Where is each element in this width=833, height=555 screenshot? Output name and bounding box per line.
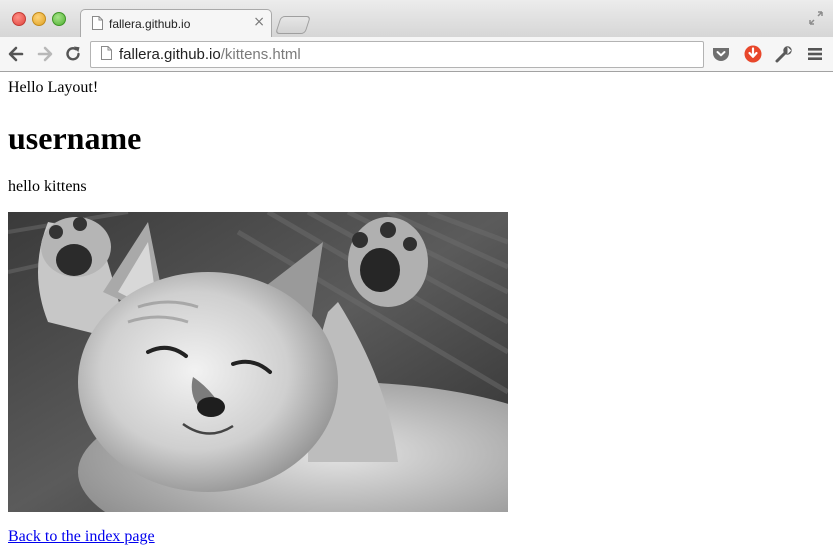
page-content: Hello Layout! username hello kittens Bac… xyxy=(0,72,833,555)
address-bar[interactable]: fallera.github.io/kittens.html xyxy=(90,41,704,68)
back-to-index-link[interactable]: Back to the index page xyxy=(8,528,155,546)
zoom-window-button[interactable] xyxy=(52,12,66,26)
url-path: /kittens.html xyxy=(220,46,301,63)
browser-tab[interactable]: fallera.github.io × xyxy=(80,9,272,38)
tab-title: fallera.github.io xyxy=(109,17,191,31)
window-titlebar: fallera.github.io × xyxy=(0,0,833,38)
pocket-icon[interactable] xyxy=(711,44,731,64)
minimize-window-button[interactable] xyxy=(32,12,46,26)
new-tab-button[interactable] xyxy=(275,16,311,34)
kitten-image xyxy=(8,212,508,512)
intro-text: Hello Layout! xyxy=(8,79,99,96)
wrench-icon[interactable] xyxy=(774,44,794,64)
url-text: fallera.github.io/kittens.html xyxy=(119,46,301,63)
forward-arrow-icon[interactable] xyxy=(35,44,55,64)
tab-close-icon[interactable]: × xyxy=(253,14,265,30)
hamburger-menu-icon[interactable] xyxy=(805,44,825,64)
page-heading: username xyxy=(8,120,142,156)
download-icon[interactable] xyxy=(743,44,763,64)
reload-icon[interactable] xyxy=(63,44,83,64)
close-window-button[interactable] xyxy=(12,12,26,26)
tagline-text: hello kittens xyxy=(8,178,87,195)
page-icon xyxy=(92,16,103,30)
fullscreen-icon[interactable] xyxy=(809,11,823,25)
back-arrow-icon[interactable] xyxy=(6,44,26,64)
browser-toolbar: fallera.github.io/kittens.html xyxy=(0,37,833,72)
url-host: fallera.github.io xyxy=(119,46,221,63)
page-icon xyxy=(101,46,112,60)
